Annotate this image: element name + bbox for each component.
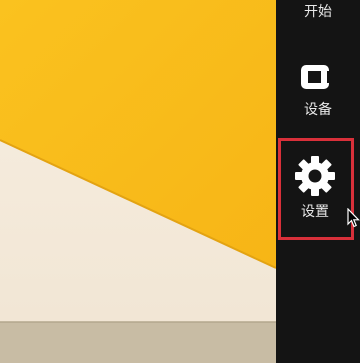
charm-start[interactable]: 开始 bbox=[280, 0, 356, 26]
charm-devices-label: 设备 bbox=[304, 102, 332, 118]
gear-icon bbox=[295, 156, 335, 196]
wallpaper-bottom-band bbox=[0, 322, 276, 363]
charm-settings[interactable]: 设置 bbox=[276, 138, 354, 240]
mouse-cursor-icon bbox=[347, 207, 360, 228]
charm-settings-label: 设置 bbox=[301, 204, 329, 220]
charms-bar: 开始 设备 设置 bbox=[276, 0, 360, 363]
charm-devices[interactable]: 设备 bbox=[280, 56, 356, 126]
devices-icon bbox=[300, 64, 336, 90]
charm-start-label: 开始 bbox=[304, 4, 332, 20]
wallpaper-graphic bbox=[0, 0, 276, 363]
desktop-wallpaper bbox=[0, 0, 276, 363]
